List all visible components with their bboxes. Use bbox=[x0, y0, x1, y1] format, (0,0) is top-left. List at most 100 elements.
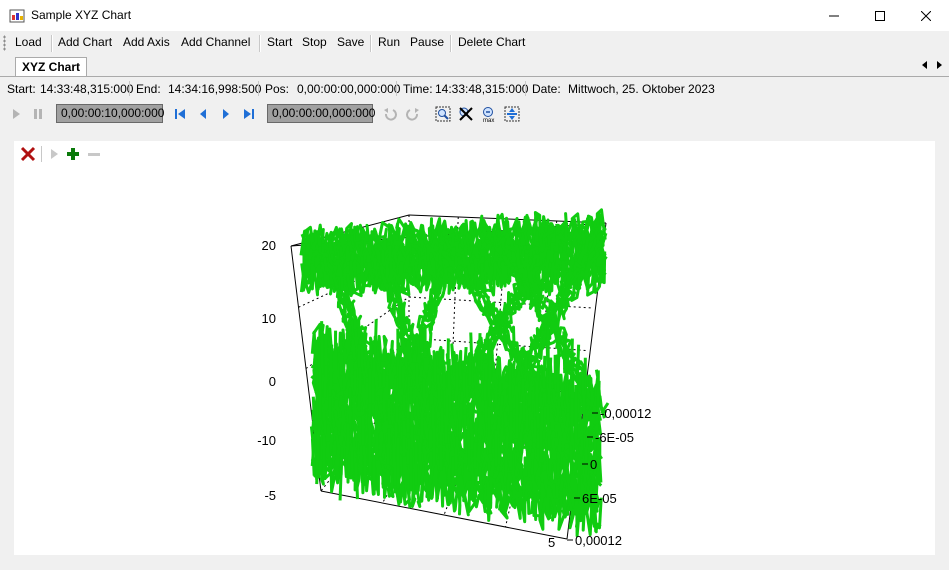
data-stroke bbox=[565, 390, 570, 413]
data-stroke bbox=[473, 442, 478, 469]
zoom-reset-icon[interactable] bbox=[458, 106, 474, 122]
data-stroke bbox=[491, 228, 597, 419]
data-stroke bbox=[310, 347, 603, 439]
end-label: End: bbox=[136, 82, 161, 96]
data-stroke bbox=[310, 438, 316, 476]
data-stroke bbox=[312, 322, 600, 411]
grid-line bbox=[298, 255, 410, 308]
data-stroke bbox=[524, 399, 530, 432]
data-stroke bbox=[377, 372, 383, 389]
grid-line bbox=[320, 378, 410, 492]
y-tick-label: 20 bbox=[262, 238, 276, 253]
data-stroke bbox=[547, 357, 553, 405]
data-stroke bbox=[328, 373, 332, 422]
frame-edge bbox=[566, 222, 607, 540]
data-stroke bbox=[371, 392, 376, 414]
z-tick-label: -0,00012 bbox=[600, 406, 651, 421]
data-stroke bbox=[312, 355, 599, 450]
add-axis-button[interactable]: Add Axis bbox=[123, 35, 170, 49]
command-bar: Load Add Chart Add Axis Add Channel Star… bbox=[0, 31, 949, 55]
data-stroke bbox=[313, 415, 603, 508]
position-field[interactable]: 0,00:00:00,000:000 bbox=[267, 104, 375, 123]
add-chart-button[interactable]: Add Chart bbox=[58, 35, 112, 49]
maximize-button[interactable] bbox=[857, 0, 903, 31]
add-channel-button[interactable]: Add Channel bbox=[181, 35, 250, 49]
data-stroke bbox=[499, 229, 606, 419]
interval-field[interactable]: 0,00:00:10,000:000 bbox=[56, 104, 164, 123]
data-stroke bbox=[367, 426, 372, 467]
data-stroke bbox=[373, 319, 378, 373]
data-stroke bbox=[322, 434, 327, 481]
data-stroke bbox=[582, 434, 587, 482]
data-stroke bbox=[514, 385, 519, 439]
data-stroke bbox=[431, 231, 557, 424]
data-stroke bbox=[357, 367, 362, 412]
delete-chart-button[interactable]: Delete Chart bbox=[458, 35, 525, 49]
data-stroke bbox=[545, 335, 550, 374]
data-stroke bbox=[312, 363, 600, 450]
data-stroke bbox=[463, 346, 468, 373]
data-stroke bbox=[395, 395, 399, 436]
window-title: Sample XYZ Chart bbox=[31, 8, 132, 22]
start-button[interactable]: Start bbox=[267, 35, 292, 49]
data-stroke bbox=[301, 226, 605, 271]
zoom-max-icon[interactable]: max bbox=[481, 106, 497, 122]
xyz-chart[interactable]: 20 10 0 -10 -5 -0,00012 -6E-05 0 6E-05 0,00012 5 bbox=[14, 141, 935, 555]
skip-to-start-icon[interactable] bbox=[172, 106, 188, 122]
step-forward-icon[interactable] bbox=[218, 106, 234, 122]
redo-icon[interactable] bbox=[405, 106, 421, 122]
data-stroke bbox=[381, 249, 457, 477]
grid-line bbox=[536, 220, 558, 390]
play-icon[interactable] bbox=[46, 146, 62, 162]
chart-frame bbox=[290, 214, 607, 540]
separator bbox=[396, 81, 397, 96]
data-stroke bbox=[581, 376, 586, 414]
stop-button[interactable]: Stop bbox=[302, 35, 327, 49]
data-stroke bbox=[503, 450, 509, 483]
tab-scroll-left-icon[interactable] bbox=[920, 59, 930, 71]
data-stroke bbox=[562, 331, 567, 374]
minimize-button[interactable] bbox=[811, 0, 857, 31]
pause-icon[interactable] bbox=[30, 106, 46, 122]
data-stroke bbox=[313, 434, 602, 528]
tab-scroll-right-icon[interactable] bbox=[934, 59, 944, 71]
save-button[interactable]: Save bbox=[337, 35, 364, 49]
undo-icon[interactable] bbox=[382, 106, 398, 122]
data-stroke bbox=[436, 374, 442, 411]
zoom-fit-icon[interactable] bbox=[435, 106, 451, 122]
data-stroke bbox=[356, 344, 361, 372]
remove-chart-icon[interactable] bbox=[20, 146, 36, 162]
data-stroke bbox=[311, 381, 600, 467]
data-stroke bbox=[354, 465, 359, 500]
data-stroke bbox=[312, 405, 599, 495]
data-stroke bbox=[455, 411, 461, 457]
data-stroke bbox=[499, 395, 504, 443]
add-icon[interactable] bbox=[65, 146, 81, 162]
step-back-icon[interactable] bbox=[195, 106, 211, 122]
data-stroke bbox=[321, 374, 326, 397]
tab-strip: XYZ Chart bbox=[0, 55, 949, 77]
skip-to-end-icon[interactable] bbox=[241, 106, 257, 122]
pause-button[interactable]: Pause bbox=[410, 35, 444, 49]
close-button[interactable] bbox=[903, 0, 949, 31]
remove-icon[interactable] bbox=[86, 146, 102, 162]
toolbar-grip[interactable] bbox=[3, 35, 6, 51]
separator bbox=[41, 146, 42, 162]
data-stroke bbox=[415, 362, 420, 389]
play-icon[interactable] bbox=[8, 106, 24, 122]
data-stroke bbox=[508, 411, 513, 468]
data-stroke bbox=[382, 387, 387, 415]
data-stroke bbox=[478, 466, 483, 490]
data-stroke bbox=[373, 249, 446, 473]
tab-xyz-chart[interactable]: XYZ Chart bbox=[15, 57, 87, 77]
playback-toolbar: 0,00:00:10,000:000 0,00:00:00,000:000 ma… bbox=[0, 101, 949, 127]
data-stroke bbox=[521, 378, 527, 422]
data-stroke bbox=[535, 380, 540, 429]
separator bbox=[450, 35, 452, 52]
title-bar: Sample XYZ Chart bbox=[0, 0, 949, 31]
separator bbox=[525, 81, 526, 96]
data-stroke bbox=[569, 438, 575, 468]
load-button[interactable]: Load bbox=[15, 35, 42, 49]
run-button[interactable]: Run bbox=[378, 35, 400, 49]
pan-icon[interactable] bbox=[504, 106, 520, 122]
